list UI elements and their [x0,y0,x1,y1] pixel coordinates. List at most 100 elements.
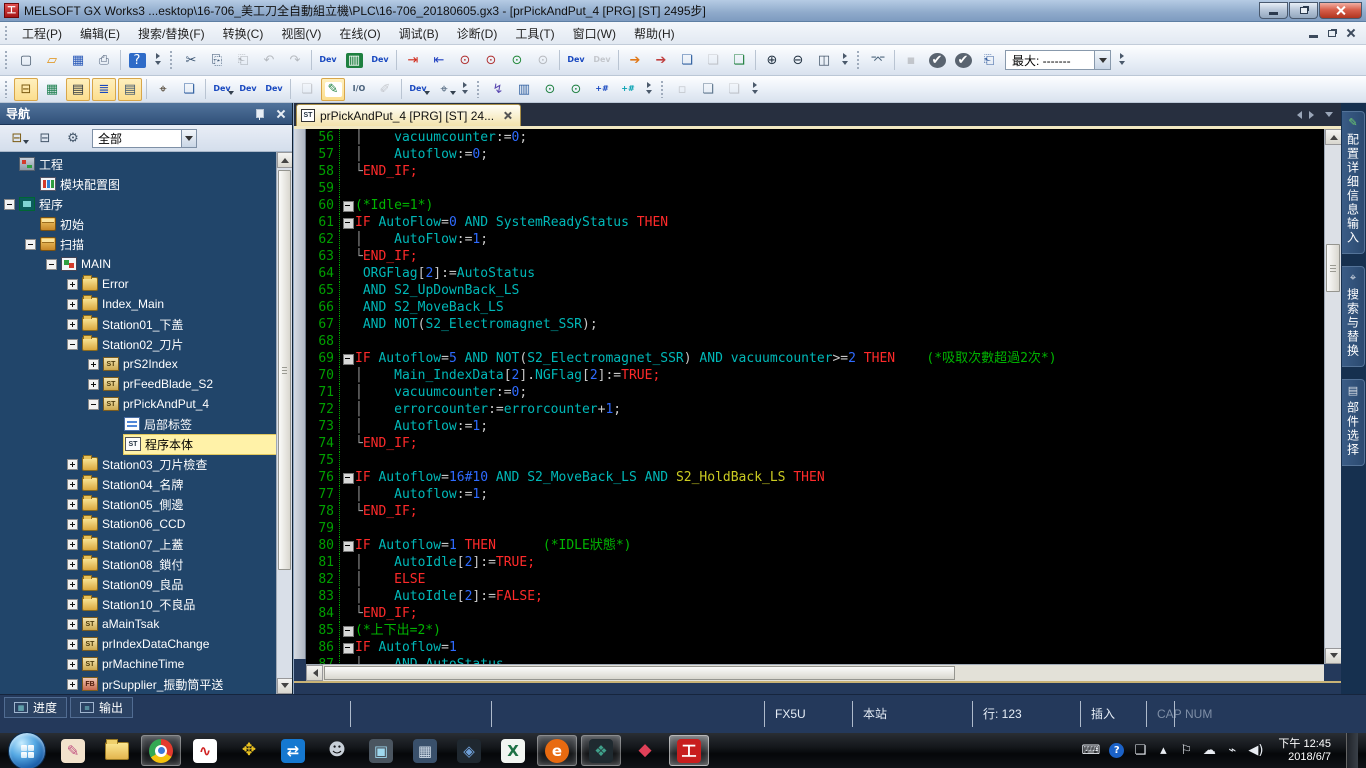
tree-item--[interactable]: 扫描 [0,234,276,254]
jump-dest-icon[interactable]: ➔ [649,49,673,72]
stop-icon[interactable]: ▪ [899,49,923,72]
e-orange-app-icon[interactable]: e [537,735,577,766]
verify-red-icon[interactable]: ⊙ [453,49,477,72]
start-button[interactable] [8,732,46,768]
restore-button[interactable] [1289,2,1318,19]
tree-expand-icon[interactable] [67,539,78,550]
tree-item--[interactable]: 工程 [0,154,276,174]
tree-expand-icon[interactable] [67,459,78,470]
chrome-icon[interactable] [141,735,181,766]
toolbar-overflow-chevron[interactable] [839,49,850,71]
fold-collapse-icon[interactable] [340,469,355,486]
jump-source-icon[interactable]: ➔ [623,49,647,72]
device-assign-icon[interactable]: Dev [210,78,234,101]
menu-item-7[interactable]: 调试(B) [390,22,448,45]
fold-collapse-icon[interactable] [340,214,355,231]
menu-item-5[interactable]: 视图(V) [272,22,330,45]
window-switch-icon[interactable]: ⎗ [977,49,1001,72]
network-tray-icon[interactable]: ☁ [1202,744,1216,757]
file-explorer-icon[interactable] [97,735,137,766]
power-plug-tray-icon[interactable]: ⌁ [1225,744,1239,757]
editor-scroll-down-button[interactable] [1325,648,1342,664]
tab-element-selection[interactable]: ▤部件选择 [1342,379,1365,466]
tree-item-amaintsak[interactable]: STaMainTsak [0,614,276,634]
tree-item--[interactable]: 程序 [0,194,276,214]
zoom-out-icon[interactable]: ⊖ [786,49,810,72]
menu-item-2[interactable]: 编辑(E) [71,22,129,45]
window-jump-icon[interactable]: ❏ [675,49,699,72]
toolbar-overflow-chevron[interactable] [459,78,470,100]
tree-display-icon[interactable]: ⊟ [5,127,29,150]
tree-expand-icon[interactable] [88,359,99,370]
tree-item-prmachinetime[interactable]: STprMachineTime [0,654,276,674]
arrows-app-icon[interactable]: ✥ [229,735,269,766]
menu-item-9[interactable]: 工具(T) [506,22,563,45]
menu-item-3[interactable]: 搜索/替换(F) [129,22,214,45]
copy-icon[interactable]: ⎘ [205,49,229,72]
fold-collapse-icon[interactable] [340,350,355,367]
tree-item-station10-[interactable]: Station10_不良品 [0,594,276,614]
toolbar-overflow-chevron[interactable] [749,78,760,100]
read-from-plc-icon[interactable]: ⇤ [427,49,451,72]
tree-item--[interactable]: 局部标签 [0,414,276,434]
window-jump2-icon[interactable]: ❏ [701,49,725,72]
security-app-icon[interactable]: ◈ [449,735,489,766]
tree-expand-icon[interactable] [67,479,78,490]
monitor-start-icon[interactable]: ▥ [342,49,366,72]
editor-vscroll-thumb[interactable] [1326,244,1340,292]
tree-collapse-icon[interactable] [46,259,57,270]
device-monitor-icon[interactable]: Dev [368,49,392,72]
window-tile-icon[interactable]: ❏ [722,78,746,101]
mdi-close-button[interactable] [1346,28,1356,38]
program-check-icon[interactable]: ▥ [512,78,536,101]
scope-app-icon[interactable]: ∿ [185,735,225,766]
tree-item--[interactable]: ST程序本体 [0,434,276,454]
editor-scroll-up-button[interactable] [1325,129,1342,145]
window-gray-icon[interactable]: ❏ [295,78,319,101]
mind-app-icon[interactable]: ☻ [317,735,357,766]
tree-expand-icon[interactable] [67,559,78,570]
help-icon[interactable]: ? [125,49,149,72]
scroll-down-button[interactable] [277,678,292,694]
navigation-scrollbar[interactable] [276,152,292,694]
new-project-icon[interactable]: ▢ [14,49,38,72]
device-write-icon[interactable]: Dev [564,49,588,72]
window-jump3-icon[interactable]: ❏ [727,49,751,72]
verify-gray-icon[interactable]: ⊙ [531,49,555,72]
fold-collapse-icon[interactable] [340,622,355,639]
tree-item-station09-[interactable]: Station09_良品 [0,574,276,594]
tree-item-station02-[interactable]: Station02_刀片 [0,334,276,354]
gx-works3-taskbar-icon[interactable]: 工 [669,735,709,766]
menu-item-6[interactable]: 在线(O) [330,22,389,45]
help-tray-icon[interactable]: ? [1109,743,1124,758]
show-hidden-icons-button[interactable]: ▴ [1156,744,1170,757]
tree-collapse-icon[interactable] [67,339,78,350]
scroll-up-button[interactable] [277,152,292,168]
remote-operation-icon[interactable]: ⌤ [866,49,890,72]
action-center-flag-icon[interactable]: ⚐ [1179,744,1193,757]
teamviewer-icon[interactable]: ⇄ [273,735,313,766]
search-next-icon[interactable]: ⊙ [564,78,588,101]
tree-expand-icon[interactable] [67,659,78,670]
window-cascade-icon[interactable]: ❏ [696,78,720,101]
tree-filter-dropdown-icon[interactable] [181,130,196,147]
tree-expand-icon[interactable] [67,279,78,290]
calculator-icon[interactable]: ▦ [405,735,445,766]
scrollbar-thumb[interactable] [278,170,291,570]
st-code-editor[interactable]: 56│ vacuumcounter:=0;57│ Autoflow:=0;58└… [306,129,1324,664]
close-button[interactable] [1319,2,1362,19]
watch-max-combo[interactable]: 最大: ------- [1005,50,1111,70]
tab-prpickandput4[interactable]: ST prPickAndPut_4 [PRG] [ST] 24... [296,104,521,126]
tab-close-icon[interactable] [503,111,512,120]
show-desktop-button[interactable] [1346,733,1358,768]
mdi-restore-button[interactable] [1328,30,1336,37]
watch-max-combo-dropdown-icon[interactable] [1094,51,1110,69]
paint-icon[interactable]: ✎ [53,735,93,766]
tree-item--[interactable]: 初始 [0,214,276,234]
device-find2-icon[interactable]: ⌖ [432,78,456,101]
check-program1-icon[interactable]: ✔ [925,49,949,72]
progress-window-icon[interactable]: ▤ [118,78,142,101]
swirl-app-icon[interactable]: ❖ [581,735,621,766]
settings-gear-icon[interactable]: ⚙ [61,127,85,150]
cut-icon[interactable]: ✂ [179,49,203,72]
